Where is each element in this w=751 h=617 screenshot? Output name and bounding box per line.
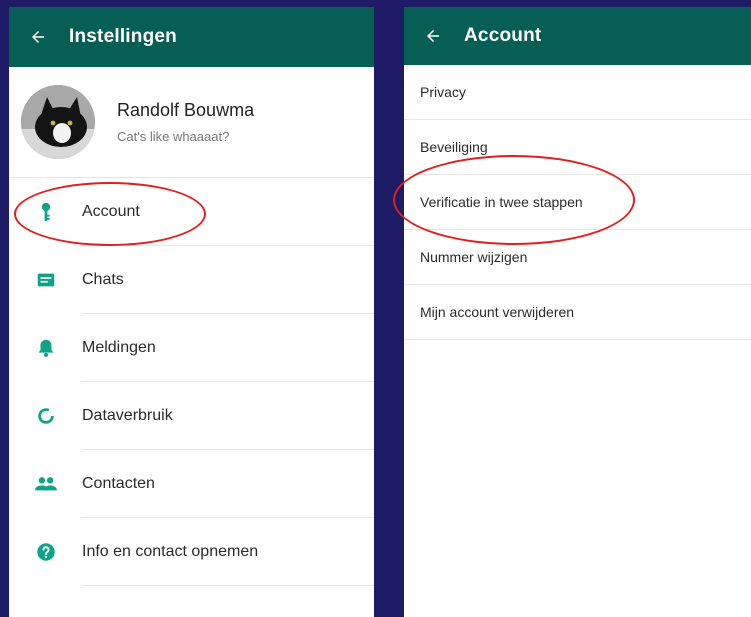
account-item-verwijderen[interactable]: Mijn account verwijderen bbox=[404, 285, 751, 340]
bell-icon bbox=[34, 336, 58, 360]
account-app-bar: Account bbox=[404, 7, 751, 65]
settings-item-account[interactable]: Account bbox=[9, 178, 374, 246]
page-title: Instellingen bbox=[69, 26, 177, 47]
settings-item-label: Dataverbruik bbox=[82, 407, 173, 424]
data-usage-icon bbox=[34, 404, 58, 428]
profile-row[interactable]: Randolf Bouwma Cat's like whaaaat? bbox=[9, 67, 374, 178]
settings-item-label: Meldingen bbox=[82, 339, 156, 356]
account-item-privacy[interactable]: Privacy bbox=[404, 65, 751, 120]
settings-item-chats[interactable]: Chats bbox=[9, 246, 374, 314]
settings-item-label: Info en contact opnemen bbox=[82, 543, 259, 560]
account-screen: Account Privacy Beveiliging Verificatie … bbox=[404, 7, 751, 617]
settings-app-bar: Instellingen bbox=[9, 7, 374, 67]
avatar[interactable] bbox=[21, 85, 95, 159]
profile-text: Randolf Bouwma Cat's like whaaaat? bbox=[117, 100, 254, 144]
settings-item-contacten[interactable]: Contacten bbox=[9, 450, 374, 518]
profile-name: Randolf Bouwma bbox=[117, 100, 255, 120]
account-item-verificatie[interactable]: Verificatie in twee stappen bbox=[404, 175, 751, 230]
chat-icon bbox=[34, 268, 58, 292]
back-arrow-icon[interactable] bbox=[27, 26, 49, 48]
back-arrow-icon[interactable] bbox=[422, 25, 444, 47]
settings-item-label: Account bbox=[82, 203, 140, 220]
settings-item-label: Contacten bbox=[82, 475, 155, 492]
settings-screen: Instellingen Randolf Bouwma Cat's like w… bbox=[9, 7, 374, 617]
account-item-beveiliging[interactable]: Beveiliging bbox=[404, 120, 751, 175]
key-icon bbox=[34, 200, 58, 224]
profile-status: Cat's like whaaaat? bbox=[117, 129, 230, 144]
help-icon bbox=[34, 540, 58, 564]
page-title: Account bbox=[464, 25, 542, 46]
people-icon bbox=[34, 472, 58, 496]
settings-list: Account Chats Meldingen Dataverbruik Con… bbox=[9, 178, 374, 586]
settings-item-label: Chats bbox=[82, 271, 124, 288]
settings-item-meldingen[interactable]: Meldingen bbox=[9, 314, 374, 382]
settings-item-info[interactable]: Info en contact opnemen bbox=[9, 518, 374, 586]
account-options-list: Privacy Beveiliging Verificatie in twee … bbox=[404, 65, 751, 340]
settings-item-dataverbruik[interactable]: Dataverbruik bbox=[9, 382, 374, 450]
account-item-nummer-wijzigen[interactable]: Nummer wijzigen bbox=[404, 230, 751, 285]
